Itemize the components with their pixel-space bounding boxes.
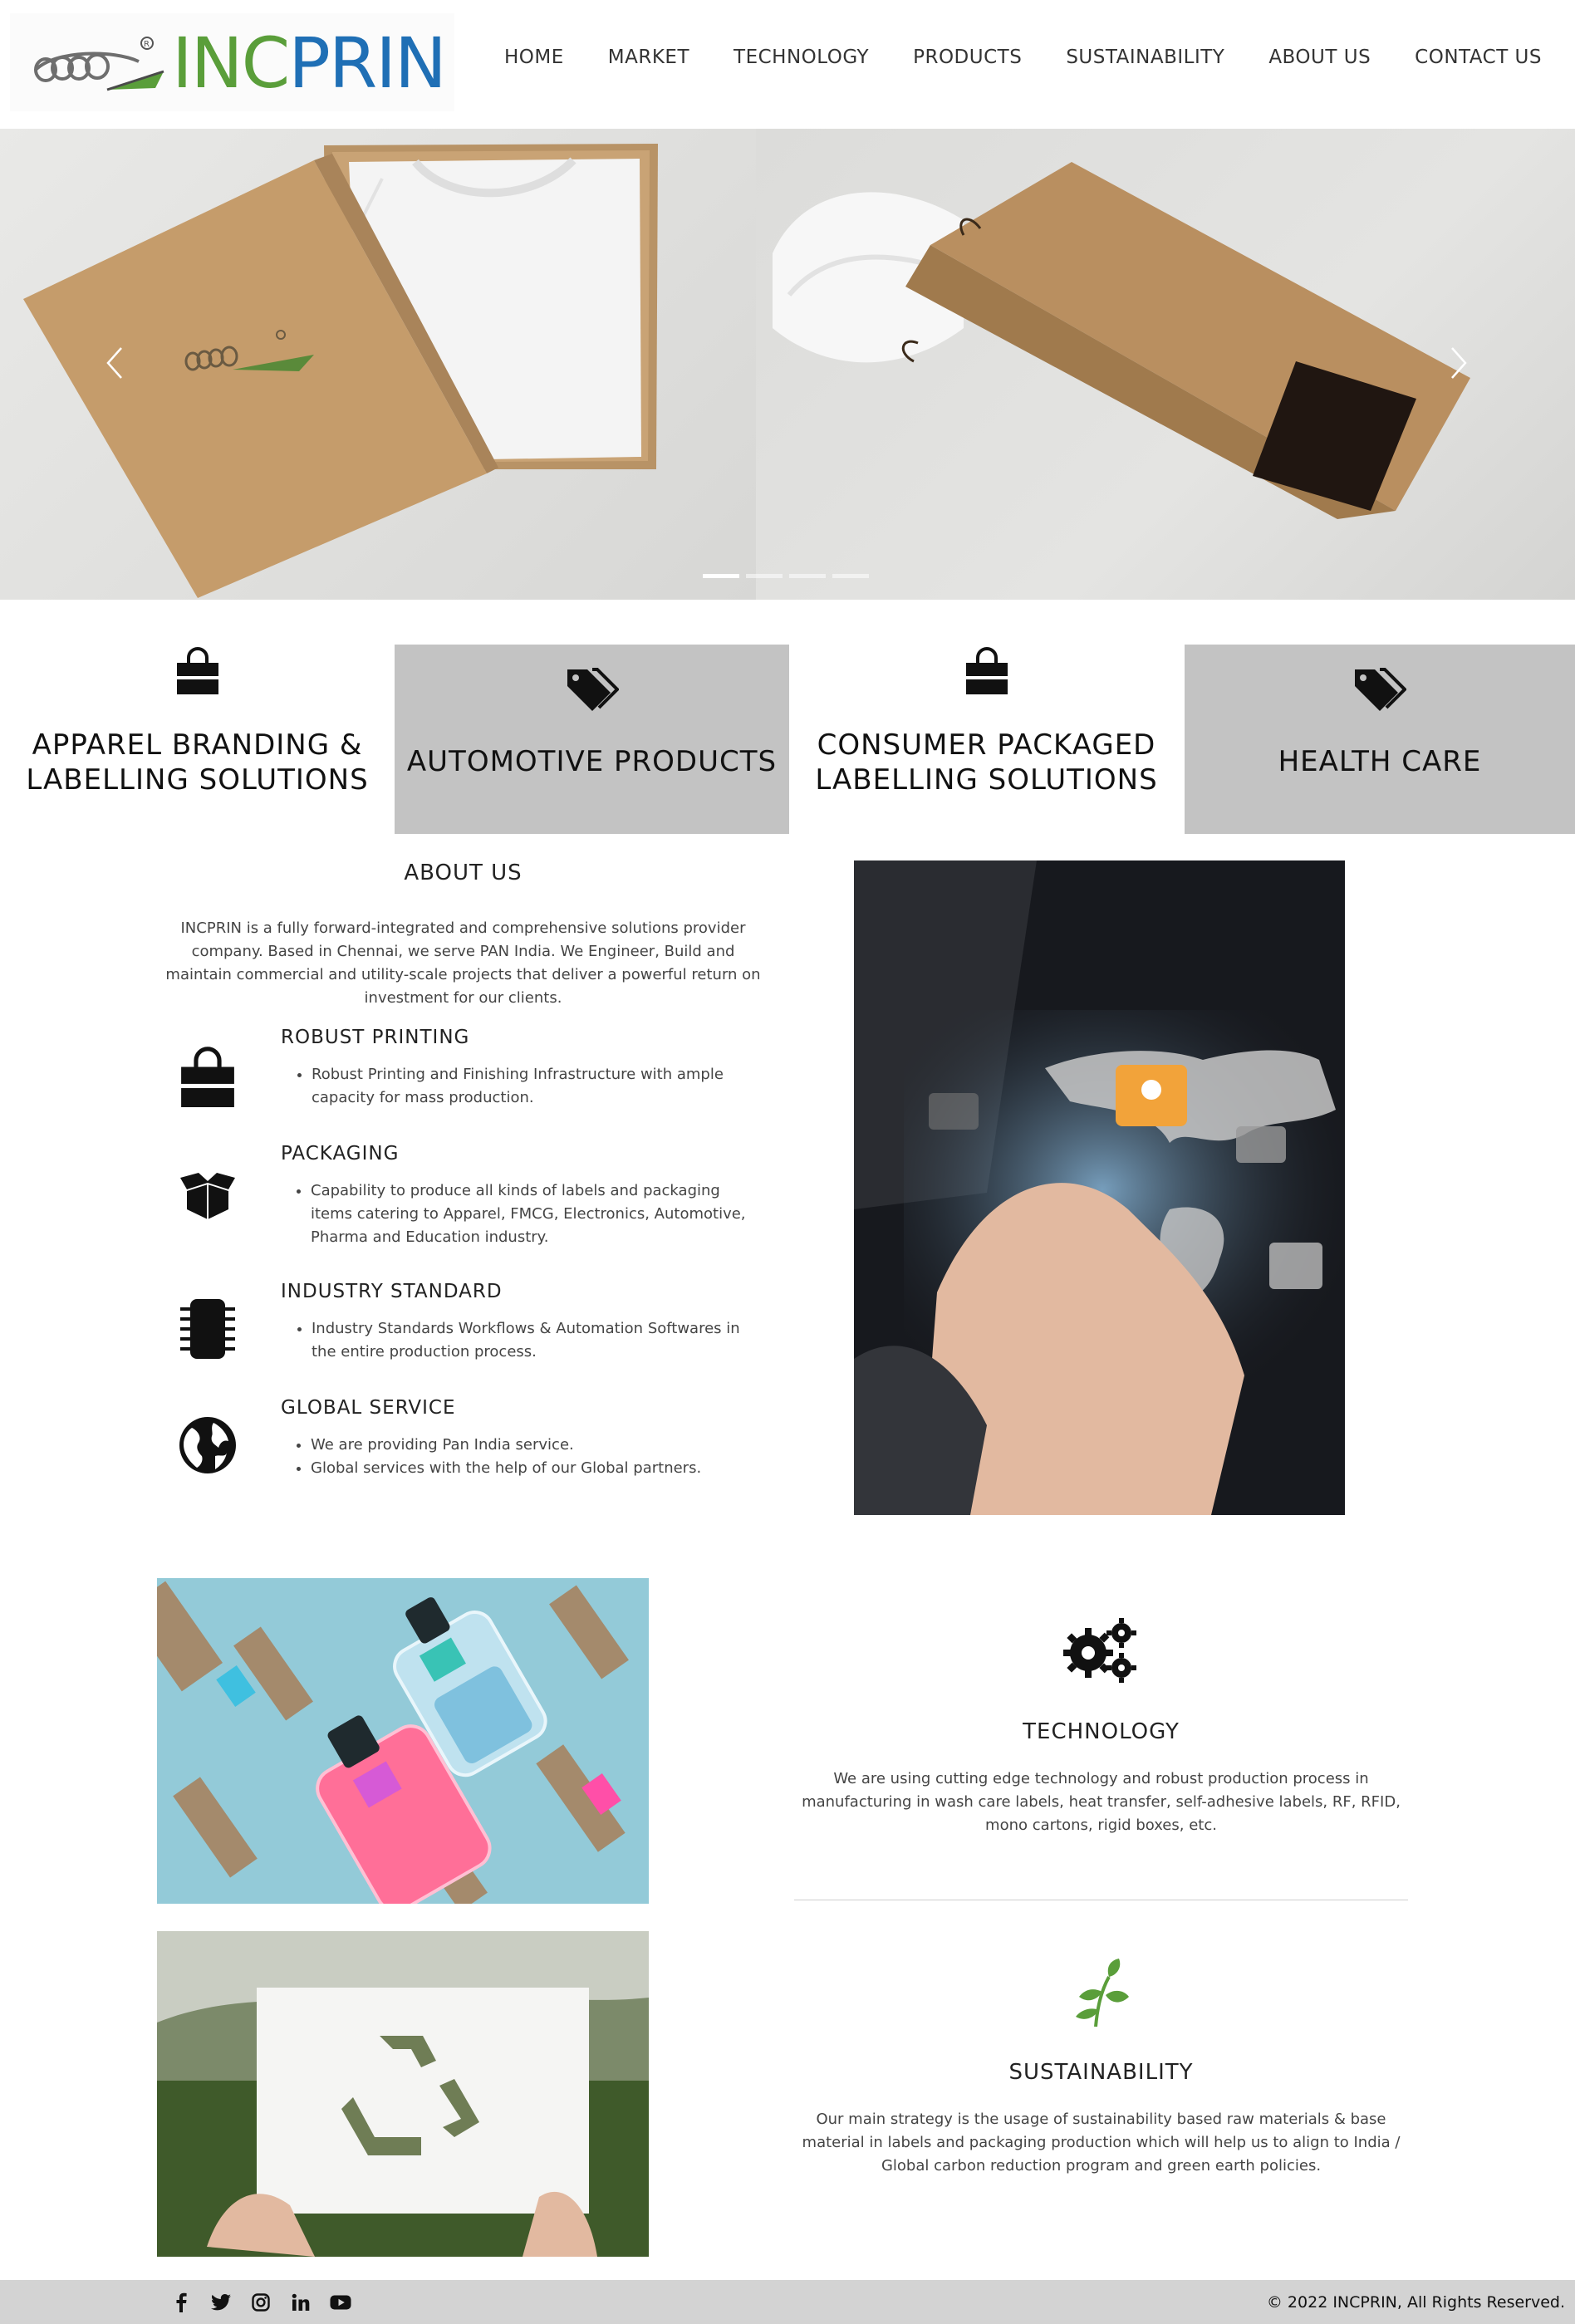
feature-list-item: Global services with the help of our Glo… [311,1457,759,1480]
market-categories: APPAREL BRANDING & LABELLING SOLUTIONS A… [0,645,1575,834]
carousel-dot-4[interactable] [832,574,869,578]
about-description: INCPRIN is a fully forward-integrated an… [165,919,761,1007]
tile-label-health-care: HEALTH CARE [1278,745,1482,778]
twitter-icon[interactable] [210,2292,232,2312]
tile-apparel[interactable]: APPAREL BRANDING & LABELLING SOLUTIONS [0,645,395,834]
site-logo[interactable]: R INCPRIN [10,13,454,111]
globe-icon [179,1417,236,1473]
sustainability-image-recycle [157,1931,649,2257]
feature-list: Robust Printing and Finishing Infrastruc… [312,1063,760,1110]
carousel-indicators [703,574,869,578]
social-links [170,2292,351,2312]
chevron-left-icon [106,347,122,379]
feature-icon-wrap [174,1163,241,1229]
main-nav: HOME MARKET TECHNOLOGY PRODUCTS SUSTAINA… [460,47,1542,68]
nav-about-us[interactable]: ABOUT US [1268,47,1371,68]
technology-image-bottles [157,1578,649,1904]
world-network-illustration [854,860,1345,1515]
copyright-text: © 2022 INCPRIN, All Rights Reserved. [1266,2293,1565,2312]
gears-icon [1062,1618,1136,1683]
logo-wordmark: INCPRIN [172,28,447,98]
about-title: ABOUT US [404,860,523,885]
carousel-prev-button[interactable] [98,345,131,386]
feature-icon-wrap [174,1043,241,1110]
logo-mark-icon: R [34,37,164,91]
feature-list: We are providing Pan India service. Glob… [311,1434,759,1480]
open-box-icon [180,1173,235,1219]
feature-industry-standard: INDUSTRY STANDARD Industry Standards Wor… [158,1281,768,1372]
technology-title: TECHNOLOGY [1023,1719,1180,1744]
logo-text-prin: PRIN [288,22,447,104]
nav-home[interactable]: HOME [504,47,564,68]
feature-icon-wrap [174,1412,241,1478]
feature-list-item: We are providing Pan India service. [311,1434,759,1457]
linkedin-icon[interactable] [290,2292,312,2312]
tile-automotive[interactable]: AUTOMOTIVE PRODUCTS [395,645,789,834]
nav-contact-us[interactable]: CONTACT US [1415,47,1542,68]
tile-label-automotive: AUTOMOTIVE PRODUCTS [406,745,778,778]
instagram-icon[interactable] [250,2292,272,2312]
microchip-icon [180,1299,235,1359]
feature-global-service: GLOBAL SERVICE We are providing Pan Indi… [158,1397,768,1488]
tile-label-line: CONSUMER PACKAGED [817,728,1156,762]
site-footer: © 2022 INCPRIN, All Rights Reserved. [0,2280,1575,2324]
nav-technology[interactable]: TECHNOLOGY [734,47,869,68]
technology-block: TECHNOLOGY We are using cutting edge tec… [794,1616,1408,1837]
tile-label-line: LABELLING SOLUTIONS [815,763,1158,797]
feature-title: ROBUST PRINTING [281,1027,470,1048]
bottles-illustration [157,1578,649,1904]
feature-title: PACKAGING [281,1143,400,1164]
tile-icon-wrap [395,663,789,713]
tile-icon-wrap [0,645,395,694]
leaf-icon [1075,1959,1129,2027]
carousel-dot-2[interactable] [746,574,783,578]
logo-text-inc: INC [172,22,290,104]
feature-list-item: Robust Printing and Finishing Infrastruc… [312,1063,760,1110]
tile-label-apparel: APPAREL BRANDING & LABELLING SOLUTIONS [0,728,395,797]
tile-label-line: APPAREL BRANDING & [32,728,363,762]
tile-label-consumer: CONSUMER PACKAGED LABELLING SOLUTIONS [789,728,1184,797]
site-header: R INCPRIN HOME MARKET TECHNOLOGY PRODUCT… [0,0,1575,129]
tile-icon-wrap [1185,663,1575,713]
about-image-world-touch [854,860,1345,1515]
sustainability-text: Our main strategy is the usage of sustai… [802,2111,1401,2174]
sustainability-title: SUSTAINABILITY [1008,2060,1194,2085]
shopping-bag-icon [181,1047,234,1107]
nav-sustainability[interactable]: SUSTAINABILITY [1066,47,1224,68]
tile-label-line: LABELLING SOLUTIONS [26,763,369,797]
feature-title: GLOBAL SERVICE [281,1397,456,1419]
shopping-bag-icon [965,647,1008,694]
tile-consumer-packaged[interactable]: CONSUMER PACKAGED LABELLING SOLUTIONS [789,645,1184,834]
youtube-icon[interactable] [330,2292,351,2312]
tags-icon [1355,668,1406,711]
recycle-illustration [157,1931,649,2257]
tile-health-care[interactable]: HEALTH CARE [1185,645,1575,834]
chevron-right-icon [1451,347,1467,379]
feature-title: INDUSTRY STANDARD [281,1281,503,1302]
technology-text: We are using cutting edge technology and… [802,1770,1401,1834]
feature-list-item: Industry Standards Workflows & Automatio… [312,1317,760,1364]
carousel-dot-1[interactable] [703,574,739,578]
tile-icon-wrap [789,645,1184,694]
hero-carousel [0,129,1575,600]
nav-products[interactable]: PRODUCTS [913,47,1022,68]
sustainability-block: SUSTAINABILITY Our main strategy is the … [794,1959,1408,2178]
carousel-next-button[interactable] [1442,345,1475,386]
facebook-icon[interactable] [170,2292,192,2312]
shopping-bag-icon [176,647,218,694]
nav-market[interactable]: MARKET [608,47,689,68]
feature-list-item: Capability to produce all kinds of label… [311,1179,759,1249]
tags-icon [567,668,619,711]
feature-list: Capability to produce all kinds of label… [311,1179,759,1249]
feature-packaging: PACKAGING Capability to produce all kind… [158,1143,768,1251]
svg-text:R: R [144,40,150,49]
carousel-dot-3[interactable] [789,574,826,578]
feature-list: Industry Standards Workflows & Automatio… [312,1317,760,1364]
feature-icon-wrap [174,1296,241,1362]
feature-robust-printing: ROBUST PRINTING Robust Printing and Fini… [158,1027,768,1118]
